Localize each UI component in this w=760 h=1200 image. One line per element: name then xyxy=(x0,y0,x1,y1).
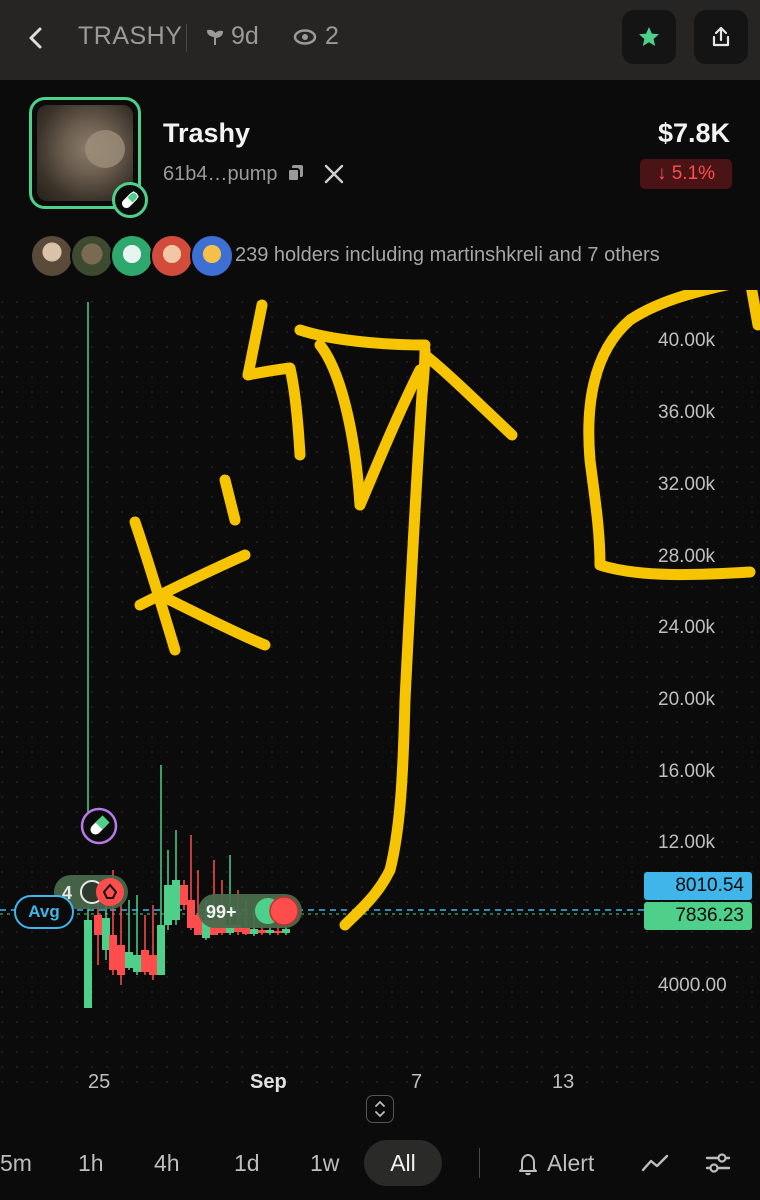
alert-label: Alert xyxy=(547,1150,595,1176)
x-tick-label: Sep xyxy=(250,1071,287,1093)
candle-body xyxy=(172,880,180,920)
holders-summary[interactable]: 239 holders including martinshkreli and … xyxy=(235,244,660,267)
y-tick-label: 24.00k xyxy=(658,617,716,638)
expand-chart-button[interactable] xyxy=(366,1095,394,1123)
trades-count: 99+ xyxy=(206,902,237,922)
candle-body xyxy=(109,935,117,970)
candle-body xyxy=(274,931,282,933)
avatar xyxy=(150,234,194,278)
token-age: 9d xyxy=(205,22,259,51)
token-address[interactable]: 61b4…pump xyxy=(163,163,278,186)
market-cap: $7.8K xyxy=(657,118,730,148)
candle-body xyxy=(133,955,141,972)
y-tick-label: 4000.00 xyxy=(658,975,727,996)
y-tick-label: 36.00k xyxy=(658,402,716,423)
star-icon xyxy=(639,27,659,46)
timeframe-1w[interactable]: 1w xyxy=(310,1150,339,1177)
candle-body xyxy=(250,929,258,934)
alert-button[interactable]: Alert xyxy=(517,1150,594,1177)
candle-body xyxy=(125,952,133,968)
current-price-label: 7836.23 xyxy=(644,902,752,930)
x-tick-label: 7 xyxy=(411,1071,423,1093)
chart-type-button[interactable] xyxy=(640,1150,670,1176)
avg-price-label: 8010.54 xyxy=(644,872,752,900)
price-chart[interactable]: 4 99+ Avg 40.00k 36.00k 32.00k 28.00k 24… xyxy=(0,290,760,1090)
favorite-button[interactable] xyxy=(622,10,676,64)
candle-body xyxy=(180,885,188,905)
share-button[interactable] xyxy=(694,10,748,64)
avatar xyxy=(30,234,74,278)
timeframe-1h[interactable]: 1h xyxy=(78,1150,104,1177)
timeframe-5m[interactable]: 5m xyxy=(0,1150,32,1177)
timeframe-1d[interactable]: 1d xyxy=(234,1150,260,1177)
avg-price-tag[interactable]: Avg xyxy=(14,895,74,929)
candle-body xyxy=(94,915,102,935)
y-tick-label: 32.00k xyxy=(658,474,716,495)
avatar xyxy=(190,234,234,278)
y-tick-label: 28.00k xyxy=(658,546,716,567)
candle-body xyxy=(84,920,92,1008)
candle-body xyxy=(282,929,290,933)
chevron-left-icon xyxy=(29,27,42,49)
candle-body xyxy=(117,945,125,975)
divider xyxy=(186,24,187,52)
line-chart-icon xyxy=(641,1154,669,1172)
candle-body xyxy=(141,950,149,972)
copy-icon[interactable] xyxy=(286,163,306,183)
candle-body xyxy=(149,955,157,975)
divider xyxy=(479,1148,480,1178)
top-bar: TRASHY 9d 2 xyxy=(0,0,760,80)
sprout-icon xyxy=(206,29,224,45)
x-twitter-icon[interactable] xyxy=(323,163,345,185)
candle-body xyxy=(242,928,250,934)
timeframe-4h[interactable]: 4h xyxy=(154,1150,180,1177)
back-button[interactable] xyxy=(22,22,50,54)
chart-canvas[interactable]: 4 99+ xyxy=(0,290,760,1090)
watchers-value: 2 xyxy=(325,22,339,50)
token-name: Trashy xyxy=(163,118,251,148)
candle-body xyxy=(157,925,165,975)
y-tick-label: 16.00k xyxy=(658,761,716,782)
token-ticker: TRASHY xyxy=(78,22,183,50)
eye-icon xyxy=(293,28,317,45)
pill-icon xyxy=(112,182,148,218)
price-change-badge: ↓ 5.1% xyxy=(640,159,732,189)
avatar xyxy=(110,234,154,278)
y-tick-label: 12.00k xyxy=(658,832,716,853)
bell-icon xyxy=(519,1153,537,1175)
share-icon xyxy=(712,26,730,47)
candle-body xyxy=(266,930,274,933)
settings-button[interactable] xyxy=(704,1150,734,1176)
candle-body xyxy=(164,885,172,925)
avatar xyxy=(70,234,114,278)
watchers-count: 2 xyxy=(293,22,339,51)
chevron-up-down-icon xyxy=(375,1100,385,1118)
x-tick-label: 13 xyxy=(552,1071,575,1093)
candle-body xyxy=(187,900,195,928)
candle-body xyxy=(102,918,110,950)
timeframe-all[interactable]: All xyxy=(364,1140,442,1186)
sliders-icon xyxy=(705,1153,731,1173)
y-tick-label: 40.00k xyxy=(658,330,716,351)
trades-bubble-99[interactable]: 99+ xyxy=(198,894,302,928)
age-value: 9d xyxy=(231,22,259,50)
candle-body xyxy=(258,930,266,933)
y-tick-label: 20.00k xyxy=(658,689,716,710)
x-tick-label: 25 xyxy=(88,1071,111,1093)
